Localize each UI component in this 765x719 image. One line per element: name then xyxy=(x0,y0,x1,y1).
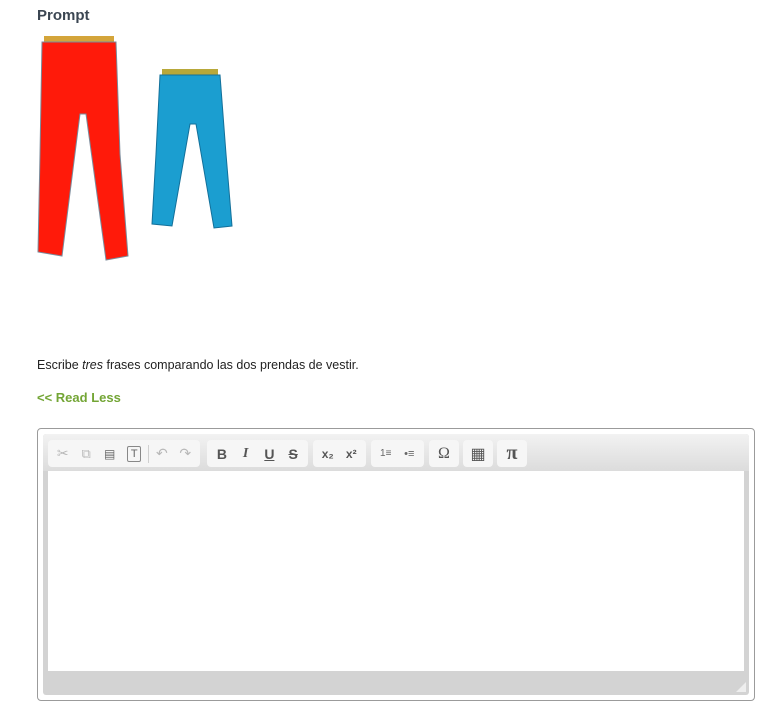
redo-icon[interactable]: ↷ xyxy=(174,442,197,466)
trousers-image xyxy=(37,36,233,261)
math-group: π xyxy=(497,440,527,467)
formatting-group: B I U S xyxy=(207,440,308,467)
instructions-emphasis: tres xyxy=(82,358,103,372)
paste-text-icon[interactable]: T xyxy=(127,445,142,462)
underline-button[interactable]: U xyxy=(258,442,282,466)
editor-content-area[interactable] xyxy=(48,471,744,671)
table-icon[interactable]: ▦ xyxy=(466,442,490,466)
bold-button[interactable]: B xyxy=(210,442,234,466)
copy-icon[interactable]: ⧉ xyxy=(74,442,97,466)
prompt-title: Prompt xyxy=(37,7,90,24)
subscript-button[interactable]: x₂ xyxy=(316,442,340,466)
clipboard-group: ✂ ⧉ ▤ T ↶ ↷ xyxy=(48,440,200,467)
instructions-text: Escribe tres frases comparando las dos p… xyxy=(37,358,359,372)
special-char-group: Ω xyxy=(429,440,459,467)
numbered-list-button[interactable]: 1≡ xyxy=(374,442,398,466)
rich-text-editor: ✂ ⧉ ▤ T ↶ ↷ B I U S x₂ x² 1≡ •≡ Ω ▦ π xyxy=(37,428,755,701)
read-less-link[interactable]: << Read Less xyxy=(37,390,121,405)
instructions-post: frases comparando las dos prendas de ves… xyxy=(103,358,359,372)
bulleted-list-button[interactable]: •≡ xyxy=(398,442,422,466)
editor-toolbar: ✂ ⧉ ▤ T ↶ ↷ B I U S x₂ x² 1≡ •≡ Ω ▦ π xyxy=(43,434,749,471)
pi-icon[interactable]: π xyxy=(500,442,524,466)
list-group: 1≡ •≡ xyxy=(371,440,424,467)
cut-icon[interactable]: ✂ xyxy=(51,442,74,466)
blue-trousers xyxy=(151,69,233,229)
toolbar-separator xyxy=(148,444,150,463)
strikethrough-button[interactable]: S xyxy=(281,442,305,466)
instructions-pre: Escribe xyxy=(37,358,83,372)
table-group: ▦ xyxy=(463,440,493,467)
undo-icon[interactable]: ↶ xyxy=(150,442,173,466)
resize-handle[interactable] xyxy=(736,682,746,692)
script-group: x₂ x² xyxy=(313,440,366,467)
omega-icon[interactable]: Ω xyxy=(432,442,456,466)
red-trousers xyxy=(37,36,129,261)
superscript-button[interactable]: x² xyxy=(340,442,364,466)
editor-frame: ✂ ⧉ ▤ T ↶ ↷ B I U S x₂ x² 1≡ •≡ Ω ▦ π xyxy=(43,434,749,695)
paste-icon[interactable]: ▤ xyxy=(98,442,121,466)
italic-button[interactable]: I xyxy=(234,442,258,466)
